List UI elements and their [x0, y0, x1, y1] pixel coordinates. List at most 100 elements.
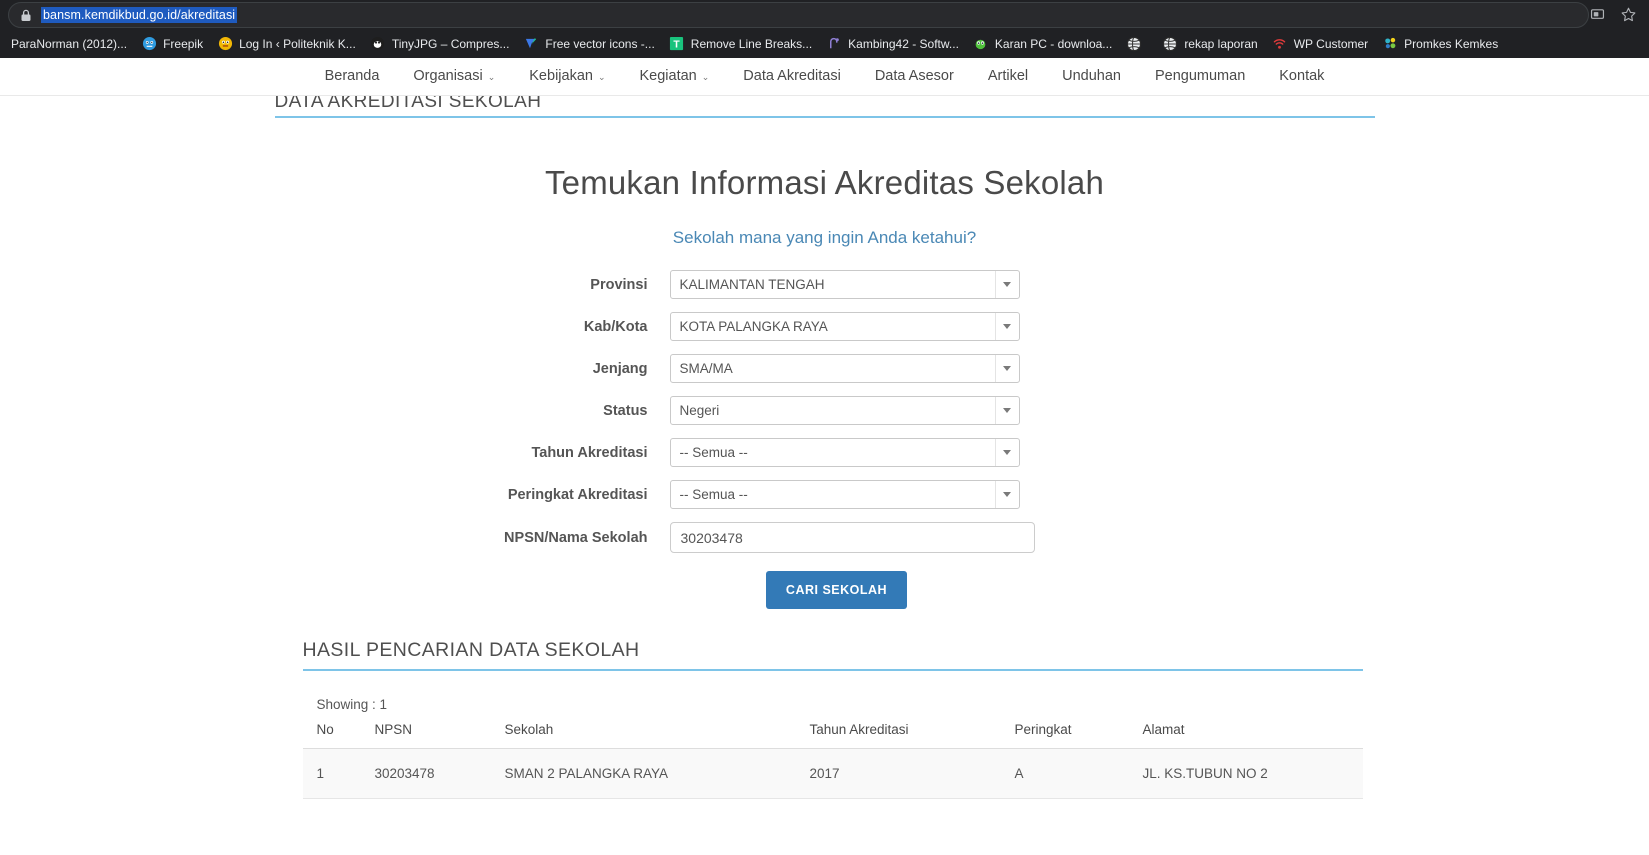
- bookmark-label: TinyJPG – Compres...: [391, 36, 510, 51]
- select-status[interactable]: Negeri: [669, 396, 1020, 425]
- form-row-kabkota: Kab/Kota KOTA PALANGKA RAYA: [275, 312, 1375, 341]
- star-bookmark-icon[interactable]: [1620, 6, 1637, 23]
- form-row-jenjang: Jenjang SMA/MA: [275, 354, 1375, 383]
- results-title: HASIL PENCARIAN DATA SEKOLAH: [302, 639, 640, 661]
- address-bar[interactable]: bansm.kemdikbud.go.id/akreditasi: [8, 2, 1589, 28]
- school-search-form: Provinsi KALIMANTAN TENGAH Kab/Kota KOTA…: [275, 270, 1375, 609]
- table-header-row: No NPSN Sekolah Tahun Akreditasi Peringk…: [302, 720, 1363, 749]
- page-viewport: Beranda Organisasi ⌄ Kebijakan ⌄ Kegiata…: [0, 58, 1649, 855]
- nav-item-unduhan[interactable]: Unduhan: [1045, 69, 1138, 84]
- nav-label: Kontak: [1279, 68, 1325, 85]
- results-table-head: No NPSN Sekolah Tahun Akreditasi Peringk…: [302, 720, 1363, 749]
- site-navigation: Beranda Organisasi ⌄ Kebijakan ⌄ Kegiata…: [0, 58, 1649, 96]
- label-jenjang: Jenjang: [592, 360, 648, 377]
- label-provinsi: Provinsi: [590, 276, 648, 293]
- title-divider: [274, 116, 1375, 118]
- chevron-down-icon[interactable]: [994, 397, 1019, 424]
- bookmark-label: Log In ‹ Politeknik K...: [239, 36, 356, 51]
- column-header-npsn: NPSN: [360, 720, 491, 749]
- select-provinsi-value: KALIMANTAN TENGAH: [679, 277, 825, 292]
- select-kabkota-value: KOTA PALANGKA RAYA: [679, 319, 828, 334]
- promkes-icon: [1382, 36, 1398, 52]
- flaticon-icon: [523, 36, 539, 52]
- bookmarks-bar: ParaNorman (2012)... Freepik Log In ‹ Po…: [0, 29, 1649, 58]
- freepik-icon: [141, 36, 157, 52]
- table-row[interactable]: 1 30203478 SMAN 2 PALANGKA RAYA 2017 A J…: [302, 748, 1363, 799]
- kambing-icon: [826, 36, 842, 52]
- nav-label: Artikel: [987, 68, 1029, 85]
- bookmark-item[interactable]: Kambing42 - Softw...: [819, 33, 966, 55]
- chevron-down-icon: ⌄: [487, 72, 496, 82]
- select-provinsi[interactable]: KALIMANTAN TENGAH: [669, 270, 1020, 299]
- nav-item-data-asesor[interactable]: Data Asesor: [858, 69, 971, 84]
- select-kabkota[interactable]: KOTA PALANGKA RAYA: [669, 312, 1020, 341]
- page-title: DATA AKREDITASI SEKOLAH: [274, 96, 542, 112]
- select-peringkat-akreditasi[interactable]: -- Semua --: [669, 480, 1020, 509]
- nav-item-pengumuman[interactable]: Pengumuman: [1138, 69, 1262, 84]
- cell-tahun: 2017: [795, 748, 1001, 799]
- bookmark-item[interactable]: Log In ‹ Politeknik K...: [210, 33, 363, 55]
- tinyjpg-icon: [370, 36, 386, 52]
- svg-text:T: T: [674, 39, 681, 50]
- cell-npsn-link[interactable]: 30203478: [360, 748, 491, 799]
- bookmark-label: Freepik: [163, 36, 204, 51]
- select-tahun-akreditasi[interactable]: -- Semua --: [669, 438, 1020, 467]
- nav-item-organisasi[interactable]: Organisasi ⌄: [396, 69, 512, 84]
- nav-item-data-akreditasi[interactable]: Data Akreditasi: [726, 69, 858, 84]
- bookmark-item[interactable]: Promkes Kemkes: [1375, 33, 1505, 55]
- label-status: Status: [603, 402, 648, 419]
- bookmark-item[interactable]: rekap laporan: [1155, 33, 1264, 55]
- cast-icon[interactable]: [1589, 6, 1606, 23]
- bookmark-item[interactable]: ParaNorman (2012)...: [4, 33, 134, 55]
- nav-label: Data Asesor: [874, 68, 954, 85]
- bookmark-item[interactable]: [1119, 33, 1155, 55]
- nav-label: Unduhan: [1062, 68, 1121, 85]
- label-peringkat-akreditasi: Peringkat Akreditasi: [507, 486, 648, 503]
- nav-label: Kebijakan: [529, 68, 593, 85]
- globe-icon: [1126, 36, 1142, 52]
- nav-label: Data Akreditasi: [743, 68, 841, 85]
- bookmark-label: Promkes Kemkes: [1404, 36, 1499, 51]
- cari-sekolah-button[interactable]: CARI SEKOLAH: [765, 571, 908, 609]
- omnibox-row: bansm.kemdikbud.go.id/akreditasi: [0, 0, 1649, 29]
- bookmark-label: Kambing42 - Softw...: [848, 36, 959, 51]
- bookmark-item[interactable]: Free vector icons -...: [516, 33, 661, 55]
- omnibox-actions: [1589, 6, 1641, 23]
- karanpc-icon: [973, 36, 989, 52]
- bookmark-label: rekap laporan: [1184, 36, 1258, 51]
- cell-alamat: JL. KS.TUBUN NO 2: [1128, 748, 1363, 799]
- bookmark-item[interactable]: TinyJPG – Compres...: [363, 33, 517, 55]
- select-tahun-akreditasi-value: -- Semua --: [679, 445, 748, 460]
- nav-label: Kegiatan: [639, 68, 697, 85]
- npsn-search-input[interactable]: [669, 522, 1035, 553]
- nav-item-kegiatan[interactable]: Kegiatan ⌄: [623, 69, 727, 84]
- bookmark-item[interactable]: WP Customer: [1265, 33, 1375, 55]
- wordpress-icon: [217, 36, 233, 52]
- chevron-down-icon[interactable]: [994, 313, 1019, 340]
- select-jenjang[interactable]: SMA/MA: [669, 354, 1020, 383]
- bookmark-label: ParaNorman (2012)...: [11, 36, 128, 51]
- nav-item-artikel[interactable]: Artikel: [971, 69, 1045, 84]
- lock-icon: [19, 8, 33, 22]
- url-text[interactable]: bansm.kemdikbud.go.id/akreditasi: [41, 7, 238, 23]
- chevron-down-icon[interactable]: [994, 271, 1019, 298]
- bookmark-label: WP Customer: [1293, 36, 1369, 51]
- chevron-down-icon[interactable]: [994, 355, 1019, 382]
- select-peringkat-akreditasi-value: -- Semua --: [679, 487, 748, 502]
- nav-item-kebijakan[interactable]: Kebijakan ⌄: [512, 69, 622, 84]
- chevron-down-icon[interactable]: [994, 439, 1019, 466]
- select-jenjang-value: SMA/MA: [679, 361, 733, 376]
- nav-item-beranda[interactable]: Beranda: [308, 69, 397, 84]
- bookmark-item[interactable]: Freepik: [134, 33, 210, 55]
- chevron-down-icon[interactable]: [994, 481, 1019, 508]
- page-subheading: Sekolah mana yang ingin Anda ketahui?: [672, 228, 977, 247]
- content-container: DATA AKREDITASI SEKOLAH Temukan Informas…: [274, 96, 1375, 799]
- textfixer-icon: T: [669, 36, 685, 52]
- page-content: DATA AKREDITASI SEKOLAH Temukan Informas…: [0, 96, 1649, 799]
- bookmark-item[interactable]: Karan PC - downloa...: [966, 33, 1119, 55]
- browser-chrome: bansm.kemdikbud.go.id/akreditasi ParaNor…: [0, 0, 1649, 58]
- form-row-status: Status Negeri: [275, 396, 1375, 425]
- cell-sekolah: SMAN 2 PALANGKA RAYA: [490, 748, 796, 799]
- bookmark-item[interactable]: T Remove Line Breaks...: [662, 33, 819, 55]
- nav-item-kontak[interactable]: Kontak: [1262, 69, 1341, 84]
